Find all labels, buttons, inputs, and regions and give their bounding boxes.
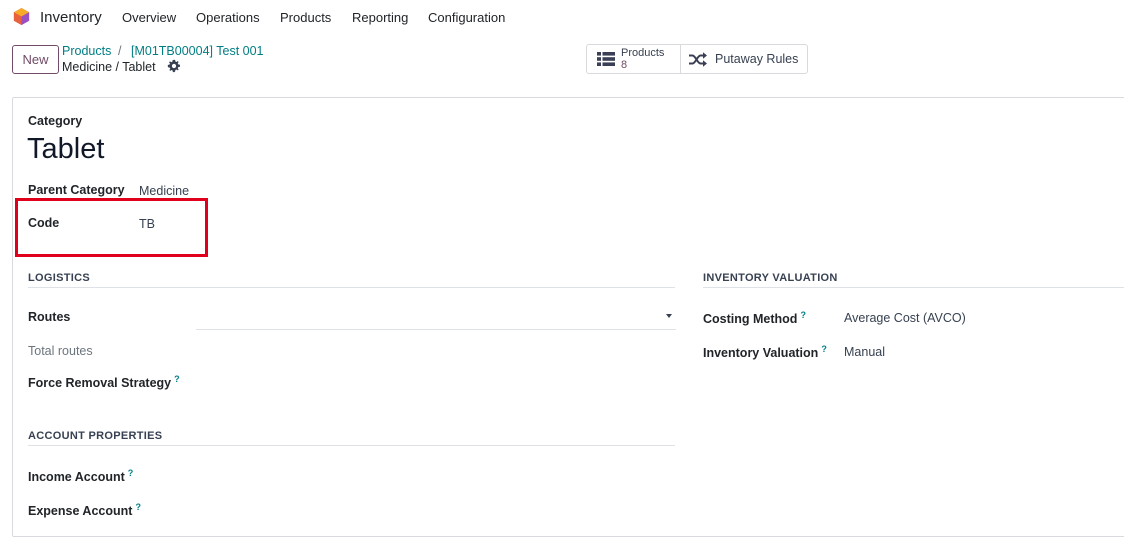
- putaway-rules-button[interactable]: Putaway Rules: [681, 45, 807, 73]
- products-smart-text: Products 8: [621, 47, 664, 71]
- costing-method-field[interactable]: Average Cost (AVCO): [844, 311, 966, 325]
- breadcrumb-products[interactable]: Products: [62, 44, 111, 58]
- inventory-valuation-label: Inventory Valuation?: [703, 344, 827, 360]
- category-label: Category: [28, 114, 83, 128]
- expense-account-label: Expense Account?: [28, 502, 141, 518]
- routes-label: Routes: [28, 310, 71, 324]
- costing-method-text: Costing Method: [703, 312, 798, 327]
- random-arrows-icon: [689, 51, 707, 67]
- gear-icon[interactable]: [167, 59, 181, 73]
- products-smart-count: 8: [621, 59, 628, 71]
- inventory-valuation-divider: [703, 287, 1124, 288]
- code-label: Code: [28, 216, 60, 230]
- breadcrumb-separator: /: [118, 44, 122, 58]
- help-icon[interactable]: ?: [135, 502, 141, 512]
- menu-configuration[interactable]: Configuration: [428, 10, 505, 25]
- account-properties-section-title: ACCOUNT PROPERTIES: [28, 430, 163, 442]
- help-icon[interactable]: ?: [821, 344, 827, 354]
- code-field[interactable]: TB: [139, 217, 155, 231]
- products-smart-button[interactable]: Products 8: [587, 45, 681, 73]
- account-properties-divider: [28, 445, 675, 446]
- app-name[interactable]: Inventory: [40, 9, 102, 26]
- chevron-down-icon[interactable]: [666, 314, 672, 318]
- help-icon[interactable]: ?: [128, 468, 134, 478]
- inventory-valuation-section-title: INVENTORY VALUATION: [703, 272, 838, 284]
- expense-account-text: Expense Account: [28, 504, 133, 519]
- routes-input[interactable]: [196, 309, 676, 330]
- top-navbar: Inventory Overview Operations Products R…: [0, 0, 1124, 34]
- logistics-section-title: LOGISTICS: [28, 272, 90, 284]
- income-account-text: Income Account: [28, 470, 125, 485]
- help-icon[interactable]: ?: [174, 374, 180, 384]
- costing-method-label: Costing Method?: [703, 310, 806, 326]
- products-smart-label: Products: [621, 47, 665, 59]
- income-account-label: Income Account?: [28, 468, 133, 484]
- inventory-valuation-field[interactable]: Manual: [844, 345, 885, 359]
- menu-overview[interactable]: Overview: [122, 10, 176, 25]
- total-routes-label: Total routes: [28, 344, 93, 358]
- menu-reporting[interactable]: Reporting: [352, 10, 408, 25]
- smart-buttons: Products 8 Putaway Rules: [586, 44, 808, 74]
- new-button[interactable]: New: [12, 45, 59, 74]
- menu-operations[interactable]: Operations: [196, 10, 260, 25]
- inventory-app-icon[interactable]: [12, 7, 31, 26]
- breadcrumb-product-record[interactable]: [M01TB00004] Test 001: [131, 44, 264, 58]
- parent-category-label: Parent Category: [28, 183, 125, 197]
- inventory-valuation-text: Inventory Valuation: [703, 346, 819, 361]
- list-icon: [597, 52, 615, 66]
- parent-category-field[interactable]: Medicine: [139, 184, 189, 198]
- menu-products[interactable]: Products: [280, 10, 331, 25]
- force-removal-strategy-label: Force Removal Strategy?: [28, 374, 180, 390]
- logistics-divider: [28, 287, 675, 288]
- help-icon[interactable]: ?: [800, 310, 806, 320]
- force-removal-strategy-text: Force Removal Strategy: [28, 376, 172, 391]
- control-panel: New Products / [M01TB00004] Test 001 Med…: [0, 34, 1124, 88]
- category-name[interactable]: Tablet: [27, 133, 104, 166]
- record-title: Medicine / Tablet: [62, 60, 156, 74]
- putaway-rules-label: Putaway Rules: [715, 52, 799, 66]
